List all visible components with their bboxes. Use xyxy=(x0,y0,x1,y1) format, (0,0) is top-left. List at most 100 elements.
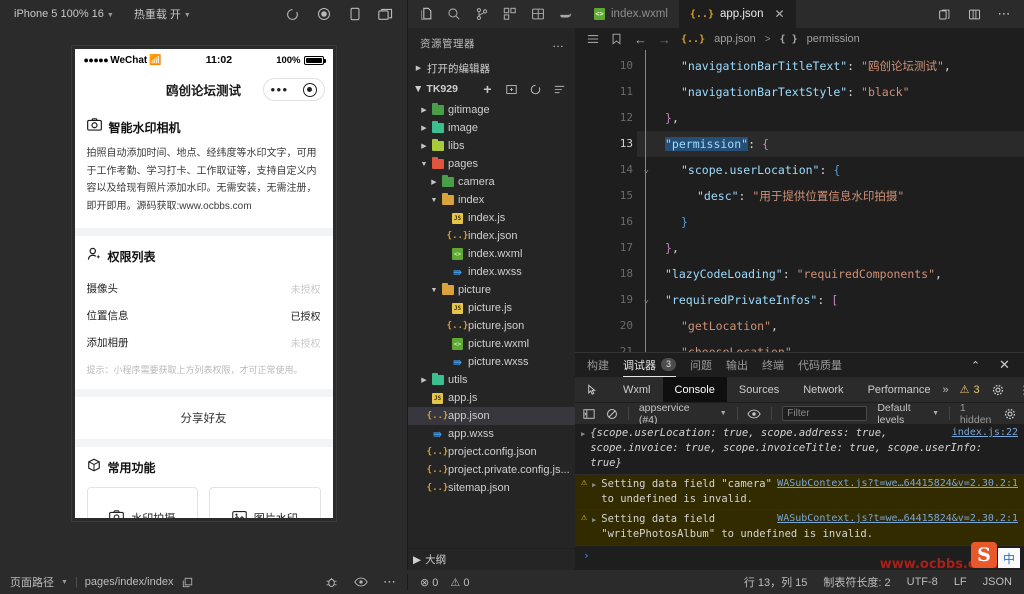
refresh-icon[interactable] xyxy=(285,7,300,22)
debug-bug-icon[interactable] xyxy=(324,575,339,590)
language-mode[interactable]: JSON xyxy=(983,576,1012,588)
hotreload-select[interactable]: 热重载 开 ▼ xyxy=(120,6,197,22)
code-line[interactable]: "permission": { xyxy=(637,131,1024,157)
capsule-close-icon[interactable] xyxy=(303,83,317,97)
tree-file[interactable]: JSindex.js xyxy=(408,209,575,227)
new-file-icon[interactable]: + xyxy=(480,82,495,97)
code-line[interactable]: "chooseLocation" xyxy=(637,339,1024,352)
layout-icon[interactable] xyxy=(530,7,545,22)
code-line[interactable]: "lazyCodeLoading": "requiredComponents", xyxy=(637,261,1024,287)
close-icon[interactable]: ✕ xyxy=(997,358,1012,373)
tree-file[interactable]: ⇛picture.wxss xyxy=(408,353,575,371)
ime-indicator[interactable]: S 中 xyxy=(971,542,1020,568)
code-line[interactable]: "getLocation", xyxy=(637,313,1024,339)
tree-folder[interactable]: ▼pages xyxy=(408,155,575,173)
tree-file[interactable]: {..}index.json xyxy=(408,227,575,245)
code-line[interactable]: } xyxy=(637,209,1024,235)
copy-icon[interactable] xyxy=(180,575,195,590)
tree-file[interactable]: <>index.wxml xyxy=(408,245,575,263)
console-warning[interactable]: ⚠▶WASubContext.js?t=we…64415824&v=2.30.2… xyxy=(575,475,1024,510)
chevron-up-icon[interactable]: ⌃ xyxy=(968,358,983,373)
console-filter-input[interactable]: Filter xyxy=(782,406,867,421)
encoding[interactable]: UTF-8 xyxy=(907,576,938,588)
permission-status[interactable]: 已授权 xyxy=(291,308,321,323)
editor-tab-app-json[interactable]: {..} app.json ✕ xyxy=(679,0,796,28)
back-arrow-icon[interactable]: ← xyxy=(633,32,648,47)
code-lines[interactable]: "navigationBarTitleText": "鸥创论坛测试","navi… xyxy=(637,50,1024,352)
tree-folder[interactable]: ▶camera xyxy=(408,173,575,191)
code-line[interactable]: }, xyxy=(637,235,1024,261)
breadcrumb-file[interactable]: app.json xyxy=(714,33,756,45)
devtools-tab[interactable]: Performance xyxy=(856,377,943,402)
phone-content[interactable]: 智能水印相机 拍照自动添加时间、地点、经纬度等水印文字，可用于工作考勤、学习打卡… xyxy=(75,107,333,518)
tree-folder[interactable]: ▶libs xyxy=(408,137,575,155)
expand-triangle-icon[interactable]: ▶ xyxy=(581,426,585,472)
more-icon[interactable]: ⋯ xyxy=(382,575,397,590)
tree-file[interactable]: <>picture.wxml xyxy=(408,335,575,353)
clear-console-icon[interactable] xyxy=(606,406,619,421)
tree-file[interactable]: ⇛index.wxss xyxy=(408,263,575,281)
bookmark-icon[interactable] xyxy=(609,32,624,47)
cursor-position[interactable]: 行 13，列 15 xyxy=(744,574,808,590)
code-line[interactable]: }, xyxy=(637,105,1024,131)
record-icon[interactable] xyxy=(316,7,331,22)
window-icon[interactable] xyxy=(378,7,393,22)
phone-icon[interactable] xyxy=(347,7,362,22)
tree-file[interactable]: {..}project.config.json xyxy=(408,443,575,461)
split-editor-icon[interactable] xyxy=(937,7,952,22)
share-button[interactable]: 分享好友 xyxy=(75,397,333,439)
tree-folder[interactable]: ▼picture xyxy=(408,281,575,299)
file-tree[interactable]: ▶gitimage▶image▶libs▼pages▶camera▼indexJ… xyxy=(408,100,575,548)
source-control-icon[interactable] xyxy=(474,7,489,22)
devtools-overflow-icon[interactable]: » xyxy=(943,384,949,396)
tree-folder[interactable]: ▶utils xyxy=(408,371,575,389)
tab-size[interactable]: 制表符长度: 2 xyxy=(823,574,890,590)
collapse-all-icon[interactable] xyxy=(552,82,567,97)
panel-tab[interactable]: 代码质量 xyxy=(798,353,842,377)
ime-mode-label[interactable]: 中 xyxy=(998,548,1020,568)
expand-triangle-icon[interactable]: ▶ xyxy=(592,512,596,542)
panel-tab[interactable]: 调试器3 xyxy=(623,353,676,377)
permission-status[interactable]: 未授权 xyxy=(291,335,321,350)
line-ending[interactable]: LF xyxy=(954,576,967,588)
kebab-menu-icon[interactable]: ⋮ xyxy=(1017,382,1024,397)
project-root-section[interactable]: ▼ TK929 + xyxy=(408,78,575,100)
open-editors-section[interactable]: ▶ 打开的编辑器 xyxy=(408,58,575,78)
inspect-icon[interactable] xyxy=(575,377,611,402)
code-line[interactable]: "navigationBarTextStyle": "black" xyxy=(637,79,1024,105)
tree-folder[interactable]: ▶image xyxy=(408,119,575,137)
devtools-warning-count[interactable]: ⚠ 3 xyxy=(960,383,980,396)
code-line[interactable]: "requiredPrivateInfos": [ xyxy=(637,287,1024,313)
wechat-capsule[interactable]: ••• xyxy=(263,78,325,101)
settings-gear-icon[interactable] xyxy=(991,382,1006,397)
outline-section[interactable]: ▶ 大纲 xyxy=(408,548,575,570)
tree-folder[interactable]: ▼index xyxy=(408,191,575,209)
tree-file[interactable]: JSpicture.js xyxy=(408,299,575,317)
tree-folder[interactable]: ▶gitimage xyxy=(408,101,575,119)
tree-file[interactable]: {..}project.private.config.js... xyxy=(408,461,575,479)
code-line[interactable]: "navigationBarTitleText": "鸥创论坛测试", xyxy=(637,53,1024,79)
devtools-tab[interactable]: Wxml xyxy=(611,377,663,402)
more-actions-icon[interactable]: … xyxy=(552,36,565,50)
refresh-icon[interactable] xyxy=(528,82,543,97)
eye-icon[interactable] xyxy=(353,575,368,590)
panel-layout-icon[interactable] xyxy=(967,7,982,22)
code-line[interactable]: "desc": "用于提供位置信息水印拍摄" xyxy=(637,183,1024,209)
settings-gear-icon[interactable] xyxy=(1003,406,1016,421)
outline-icon[interactable] xyxy=(585,32,600,47)
panel-tab[interactable]: 输出 xyxy=(726,353,748,377)
panel-tab[interactable]: 构建 xyxy=(587,353,609,377)
console-output[interactable]: ▶index.js:22{scope.userLocation: true, s… xyxy=(575,424,1024,570)
devtools-tab[interactable]: Sources xyxy=(727,377,791,402)
close-tab-icon[interactable]: ✕ xyxy=(774,7,784,21)
expand-triangle-icon[interactable]: ▶ xyxy=(592,477,596,507)
panel-tab[interactable]: 终端 xyxy=(762,353,784,377)
console-source-link[interactable]: WASubContext.js?t=we…64415824&v=2.30.2:1 xyxy=(777,512,1018,527)
console-source-link[interactable]: index.js:22 xyxy=(952,426,1018,441)
extensions-icon[interactable] xyxy=(502,7,517,22)
files-icon[interactable] xyxy=(418,7,433,22)
watermark-capture-button[interactable]: 水印拍摄 xyxy=(87,487,199,518)
code-line[interactable]: "scope.userLocation": { xyxy=(637,157,1024,183)
devtools-tab[interactable]: Network xyxy=(791,377,855,402)
forward-arrow-icon[interactable]: → xyxy=(657,32,672,47)
